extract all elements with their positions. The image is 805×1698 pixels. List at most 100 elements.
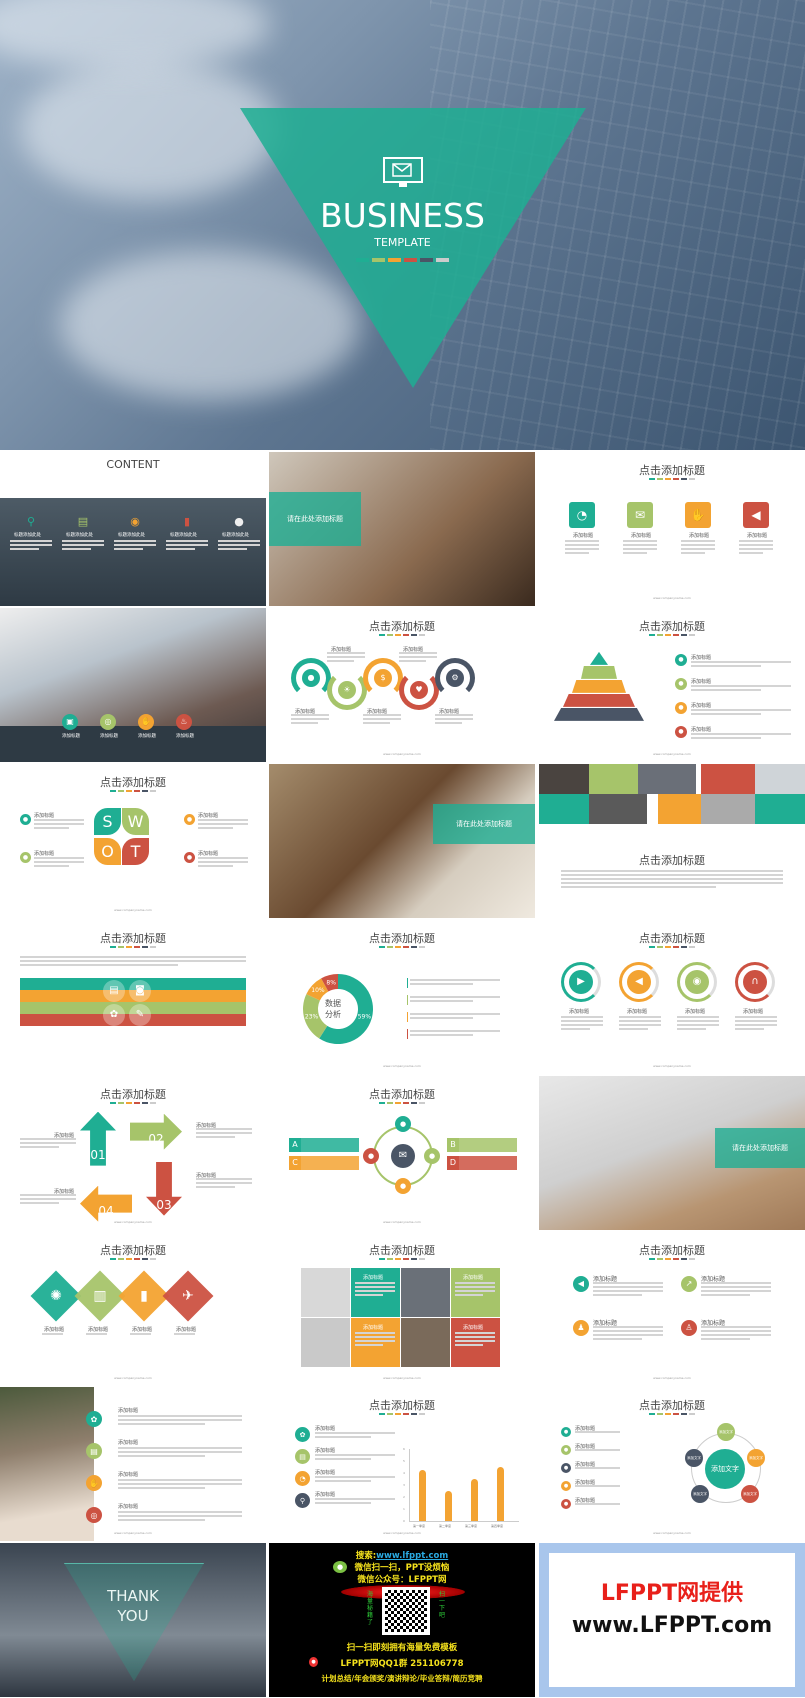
slice-label: 10% — [311, 987, 325, 994]
icon-circle: ▣ — [62, 713, 78, 730]
text-line — [561, 1023, 603, 1026]
footer-url: www.companyname.com — [653, 596, 691, 600]
brand-line-2[interactable]: www.LFPPT.com — [539, 1613, 805, 1638]
text-line — [20, 955, 246, 958]
dot — [657, 945, 663, 948]
slide-section-photo[interactable]: 请在此处添加标题 — [269, 452, 535, 606]
text-line — [735, 1015, 777, 1018]
option-D: D — [447, 1155, 459, 1170]
body-text — [410, 995, 500, 1004]
text-line — [623, 548, 657, 550]
play-icon: ▶ — [569, 969, 593, 994]
slide-ad[interactable]: 搜索:www.lfppt.com 微信扫一扫，PPT没烦恼 微信公众号：LFPPT网… — [269, 1543, 535, 1698]
text-line — [561, 873, 783, 876]
slide-section-photo-cup[interactable]: 请在此处添加标题 — [539, 1075, 805, 1230]
item-title: 添加标题 — [315, 1470, 336, 1477]
text-line — [561, 885, 717, 888]
text-line — [196, 1181, 252, 1184]
card-icon: ▤ — [295, 1449, 310, 1465]
slide-thank-you[interactable]: THANK YOU — [0, 1543, 266, 1698]
text-line — [198, 856, 248, 859]
body-text — [355, 1281, 395, 1298]
slide-diamonds[interactable]: 点击添加标题 ✺ 添加标题 ▥ 添加标题 ▮ 添加标题 ✈ 添加标题 www.companynam… — [0, 1231, 266, 1386]
slide-swot[interactable]: 点击添加标题 S W O T ● 添加标题 ● 添加标题 ● 添加标题 ● 添加标题 www.compan… — [0, 763, 266, 918]
text-line — [355, 1343, 383, 1346]
cover-slide[interactable]: BUSINESS TEMPLATE — [0, 0, 805, 450]
item-title: 添加标题 — [691, 726, 712, 733]
cycle-node: ● — [424, 1147, 440, 1164]
slide-icon-list[interactable]: 点击添加标题 ◀ 添加标题 ↗ 添加标题 ♟ 添加标题 ♙ 添加标题 www.companynam… — [539, 1231, 805, 1386]
slide-photo-list[interactable]: ✿ 添加标题 ▤ 添加标题 ✋ 添加标题 ◎ 添加标题 www.companyname.com — [0, 1387, 266, 1542]
dot — [118, 945, 124, 948]
slide-pyramid[interactable]: 点击添加标题 ● 添加标题 ● 添加标题 ● 添加标题 ● 添加标题 www.companynam… — [539, 607, 805, 762]
text-line — [593, 1285, 663, 1288]
text-line — [561, 877, 783, 880]
body-text — [593, 1325, 663, 1342]
text-line — [735, 1019, 777, 1022]
x-tick-label: 第一季度 — [413, 1524, 426, 1529]
arrow-03: 03 — [146, 1161, 182, 1216]
text-line — [623, 552, 647, 554]
slide-section-photo-bag[interactable]: 请在此处添加标题 — [269, 763, 535, 918]
text-line — [20, 1197, 76, 1200]
mail-icon: ✉ — [627, 502, 653, 528]
slide-photo-mosaic[interactable]: 点击添加标题 — [539, 763, 805, 918]
item-title: 添加标题 — [315, 1426, 336, 1433]
slide-wave-steps[interactable]: 点击添加标题 ● 添加标题 ☀ 添加标题 $ 添加标题 ♥ 添加标题 ⚙ 添加标题 www.compa… — [269, 607, 535, 762]
item-title: 添加标题 — [463, 1274, 484, 1281]
trend-icon: ↗ — [681, 1275, 697, 1292]
text-line — [455, 1285, 495, 1288]
slide-four-icons[interactable]: 点击添加标题 ◔ 添加标题 ✉ 添加标题 ✋ 添加标题 ◀ 添加标题 www.companynam… — [539, 452, 805, 606]
footer-url: www.companyname.com — [114, 1219, 152, 1224]
slide-photo-grid[interactable]: 点击添加标题 添加标题 添加标题 添加标题 添加标题 www.companyname.co… — [269, 1231, 535, 1386]
list-icon: ● — [561, 1481, 571, 1492]
text-line — [455, 1331, 495, 1334]
wechat-account: 微信公众号：LFPPT网 — [357, 1575, 447, 1586]
text-line — [575, 1449, 620, 1452]
body-text — [691, 684, 791, 693]
slide-four-bars[interactable]: 点击添加标题 ▤ ◙ ✿ ✎ — [0, 919, 266, 1074]
swot-w: W — [122, 807, 149, 835]
text-line — [455, 1343, 483, 1346]
slide-donut[interactable]: 点击添加标题 59% 23% 10% 8% 数据 分析 www.companyname.com — [269, 919, 535, 1074]
slide-bar-chart[interactable]: 点击添加标题 ✿ 添加标题 ▤ 添加标题 ◔ 添加标题 ⚲ 添加标题 0 1 2 3 4 5 6 第一季度 第二季… — [269, 1387, 535, 1542]
footer-url: www.companyname.com — [653, 1375, 691, 1380]
text-line — [677, 1015, 719, 1018]
arrow-04: 04 — [80, 1185, 132, 1222]
color-dots — [110, 789, 156, 792]
slide-brand[interactable]: LFPPT网提供 www.LFPPT.com — [539, 1543, 805, 1698]
flower-icon: ✿ — [103, 1003, 125, 1026]
chart-icon: ◔ — [295, 1471, 310, 1487]
text-line — [593, 1333, 663, 1336]
text-line — [575, 1431, 620, 1434]
slide-title: 点击添加标题 — [369, 1087, 435, 1101]
list-icon: ● — [561, 1463, 571, 1474]
text-line — [118, 1419, 242, 1422]
slide-arrows[interactable]: 点击添加标题 01 02 03 04 添加标题 添加标题 添加标题 添加标题 www.compan… — [0, 1075, 266, 1230]
option-A: A — [289, 1137, 301, 1152]
dot — [387, 1413, 393, 1416]
dot — [665, 1257, 671, 1260]
body-text — [62, 540, 104, 552]
slide-title: 点击添加标题 — [369, 619, 435, 633]
text-line — [118, 1487, 205, 1490]
body-text — [315, 1476, 395, 1484]
dot — [142, 1257, 148, 1260]
text-line — [701, 1289, 771, 1292]
list-icon: ▤ — [86, 1443, 102, 1460]
text-line — [691, 688, 761, 691]
slide-abcd-cycle[interactable]: 点击添加标题 ✉ ● ● ● ● A C B Dwww.companyname.com — [269, 1075, 535, 1230]
dot — [134, 1257, 140, 1260]
list-icon: ◎ — [86, 1507, 102, 1524]
slide-title: 点击添加标题 — [639, 464, 705, 477]
slide-content[interactable]: CONTENT ⚲ 标题添加此处 ▤ 标题添加此处 ◉ 标题添加此处 ▮ 标题添加此处 ● 标题添加… — [0, 452, 266, 606]
qr-code[interactable] — [382, 1587, 430, 1636]
text-line — [739, 552, 763, 554]
body-text — [677, 1015, 719, 1032]
search-link[interactable]: www.lfppt.com — [376, 1551, 448, 1561]
text-line — [34, 818, 84, 821]
slide-rings[interactable]: 点击添加标题 ▶ 添加标题 ◀ 添加标题 ◉ 添加标题 ∩ 添加标题 www.companynam… — [539, 919, 805, 1074]
text-line — [701, 1333, 771, 1336]
slide-circle-diagram[interactable]: 点击添加标题 ● 添加标题 ● 添加标题 ● 添加标题 ● 添加标题 ● 添加标题 添加文字 添加文字添… — [539, 1387, 805, 1542]
slide-laptop-photo[interactable]: ▣ 添加标题 ◎ 添加标题 ✋ 添加标题 ♨ 添加标题 — [0, 607, 266, 762]
